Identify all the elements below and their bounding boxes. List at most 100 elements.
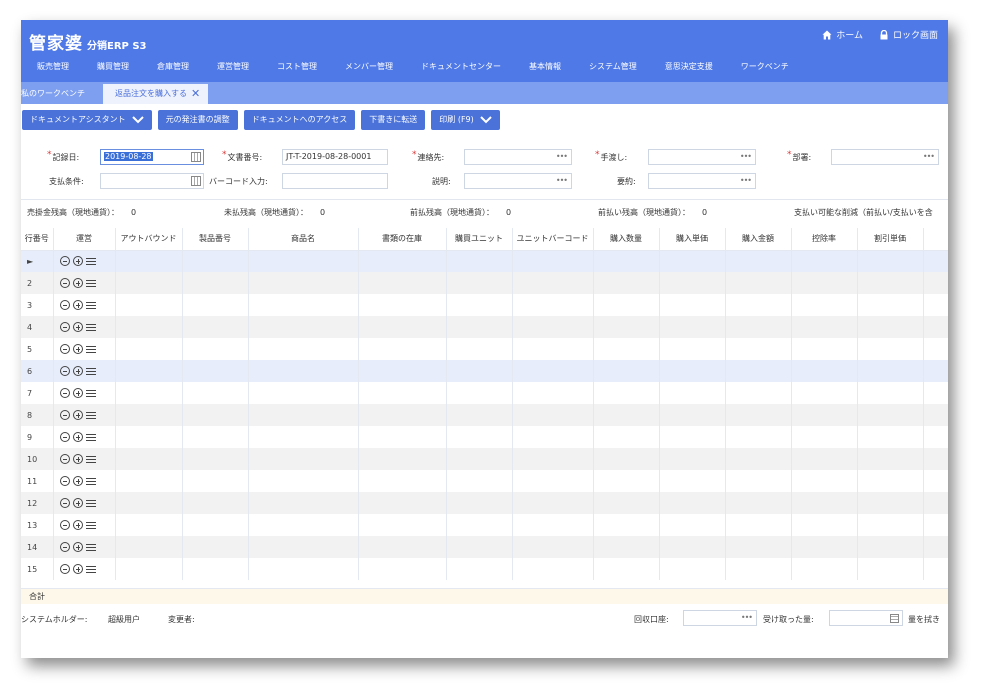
- table-cell[interactable]: [857, 558, 924, 580]
- payment-terms-input[interactable]: [100, 173, 204, 189]
- table-cell[interactable]: [593, 360, 660, 382]
- table-cell[interactable]: [115, 426, 183, 448]
- table-cell[interactable]: [791, 492, 858, 514]
- row-number[interactable]: 13: [21, 514, 54, 536]
- table-cell[interactable]: [923, 316, 948, 338]
- table-cell[interactable]: [182, 360, 249, 382]
- table-cell[interactable]: [115, 382, 183, 404]
- add-row-icon[interactable]: [72, 454, 83, 464]
- table-cell[interactable]: [358, 294, 447, 316]
- table-row[interactable]: 2: [21, 272, 948, 294]
- more-dots-icon[interactable]: •••: [556, 174, 568, 188]
- table-cell[interactable]: [923, 250, 948, 272]
- table-cell[interactable]: [446, 250, 513, 272]
- table-cell[interactable]: [923, 448, 948, 470]
- department-input[interactable]: •••: [831, 149, 939, 165]
- table-cell[interactable]: [248, 558, 359, 580]
- table-cell[interactable]: [791, 338, 858, 360]
- add-row-icon[interactable]: [72, 410, 83, 420]
- remove-row-icon[interactable]: [59, 322, 70, 332]
- table-cell[interactable]: [857, 492, 924, 514]
- row-operations[interactable]: [53, 470, 116, 492]
- table-cell[interactable]: [115, 338, 183, 360]
- more-dots-icon[interactable]: •••: [741, 613, 753, 622]
- row-number[interactable]: 14: [21, 536, 54, 558]
- table-cell[interactable]: [182, 470, 249, 492]
- table-cell[interactable]: [725, 404, 792, 426]
- table-cell[interactable]: [857, 250, 924, 272]
- table-cell[interactable]: [857, 536, 924, 558]
- table-cell[interactable]: [593, 426, 660, 448]
- row-menu-icon[interactable]: [85, 433, 96, 442]
- table-cell[interactable]: [923, 404, 948, 426]
- table-cell[interactable]: [446, 492, 513, 514]
- table-cell[interactable]: [923, 360, 948, 382]
- table-cell[interactable]: [446, 448, 513, 470]
- add-row-icon[interactable]: [72, 344, 83, 354]
- row-number[interactable]: ►: [21, 250, 54, 272]
- table-cell[interactable]: [725, 360, 792, 382]
- column-header[interactable]: 行番号: [21, 228, 54, 251]
- table-cell[interactable]: [248, 382, 359, 404]
- table-cell[interactable]: [923, 338, 948, 360]
- table-row[interactable]: 9: [21, 426, 948, 448]
- table-cell[interactable]: [857, 470, 924, 492]
- row-operations[interactable]: [53, 250, 116, 272]
- row-menu-icon[interactable]: [85, 367, 96, 376]
- add-row-icon[interactable]: [72, 256, 83, 267]
- table-row[interactable]: 15: [21, 558, 948, 580]
- table-cell[interactable]: [725, 470, 792, 492]
- record-date-input[interactable]: 2019-08-28: [100, 149, 204, 165]
- row-menu-icon[interactable]: [85, 323, 96, 332]
- table-cell[interactable]: [182, 382, 249, 404]
- row-menu-icon[interactable]: [85, 389, 96, 398]
- table-cell[interactable]: [857, 404, 924, 426]
- table-cell[interactable]: [512, 338, 594, 360]
- table-cell[interactable]: [791, 558, 858, 580]
- table-cell[interactable]: [857, 382, 924, 404]
- table-cell[interactable]: [857, 338, 924, 360]
- table-cell[interactable]: [923, 382, 948, 404]
- remove-row-icon[interactable]: [59, 388, 70, 398]
- table-cell[interactable]: [659, 250, 726, 272]
- table-cell[interactable]: [857, 514, 924, 536]
- table-cell[interactable]: [358, 514, 447, 536]
- table-cell[interactable]: [358, 404, 447, 426]
- remove-row-icon[interactable]: [59, 498, 70, 508]
- contact-input[interactable]: •••: [464, 149, 572, 165]
- row-number[interactable]: 4: [21, 316, 54, 338]
- table-cell[interactable]: [593, 448, 660, 470]
- table-cell[interactable]: [857, 448, 924, 470]
- table-cell[interactable]: [725, 382, 792, 404]
- add-row-icon[interactable]: [72, 278, 83, 288]
- table-row[interactable]: 4: [21, 316, 948, 338]
- calendar-icon[interactable]: [191, 176, 201, 186]
- column-header[interactable]: 購買ユニット: [446, 228, 513, 251]
- row-menu-icon[interactable]: [85, 411, 96, 420]
- remove-row-icon[interactable]: [59, 542, 70, 552]
- table-cell[interactable]: [791, 404, 858, 426]
- column-header[interactable]: 製品番号: [182, 228, 249, 251]
- remove-row-icon[interactable]: [59, 520, 70, 530]
- table-cell[interactable]: [512, 492, 594, 514]
- menu-item-workbench[interactable]: ワークベンチ: [723, 60, 789, 74]
- column-header[interactable]: 書類の在庫: [358, 228, 447, 251]
- table-cell[interactable]: [248, 492, 359, 514]
- remove-row-icon[interactable]: [59, 410, 70, 420]
- menu-item-document-center[interactable]: ドキュメントセンター: [403, 60, 501, 74]
- recovery-account-input[interactable]: •••: [683, 610, 757, 626]
- table-cell[interactable]: [512, 448, 594, 470]
- table-cell[interactable]: [791, 426, 858, 448]
- column-header[interactable]: 購入数量: [593, 228, 660, 251]
- table-cell[interactable]: [512, 514, 594, 536]
- remove-row-icon[interactable]: [59, 564, 70, 574]
- table-cell[interactable]: [115, 536, 183, 558]
- remove-row-icon[interactable]: [59, 432, 70, 442]
- table-cell[interactable]: [115, 492, 183, 514]
- column-header[interactable]: 商品名: [248, 228, 359, 251]
- menu-item-purchase[interactable]: 購買管理: [79, 60, 129, 74]
- add-row-icon[interactable]: [72, 564, 83, 574]
- table-row[interactable]: 12: [21, 492, 948, 514]
- table-cell[interactable]: [182, 492, 249, 514]
- table-cell[interactable]: [446, 536, 513, 558]
